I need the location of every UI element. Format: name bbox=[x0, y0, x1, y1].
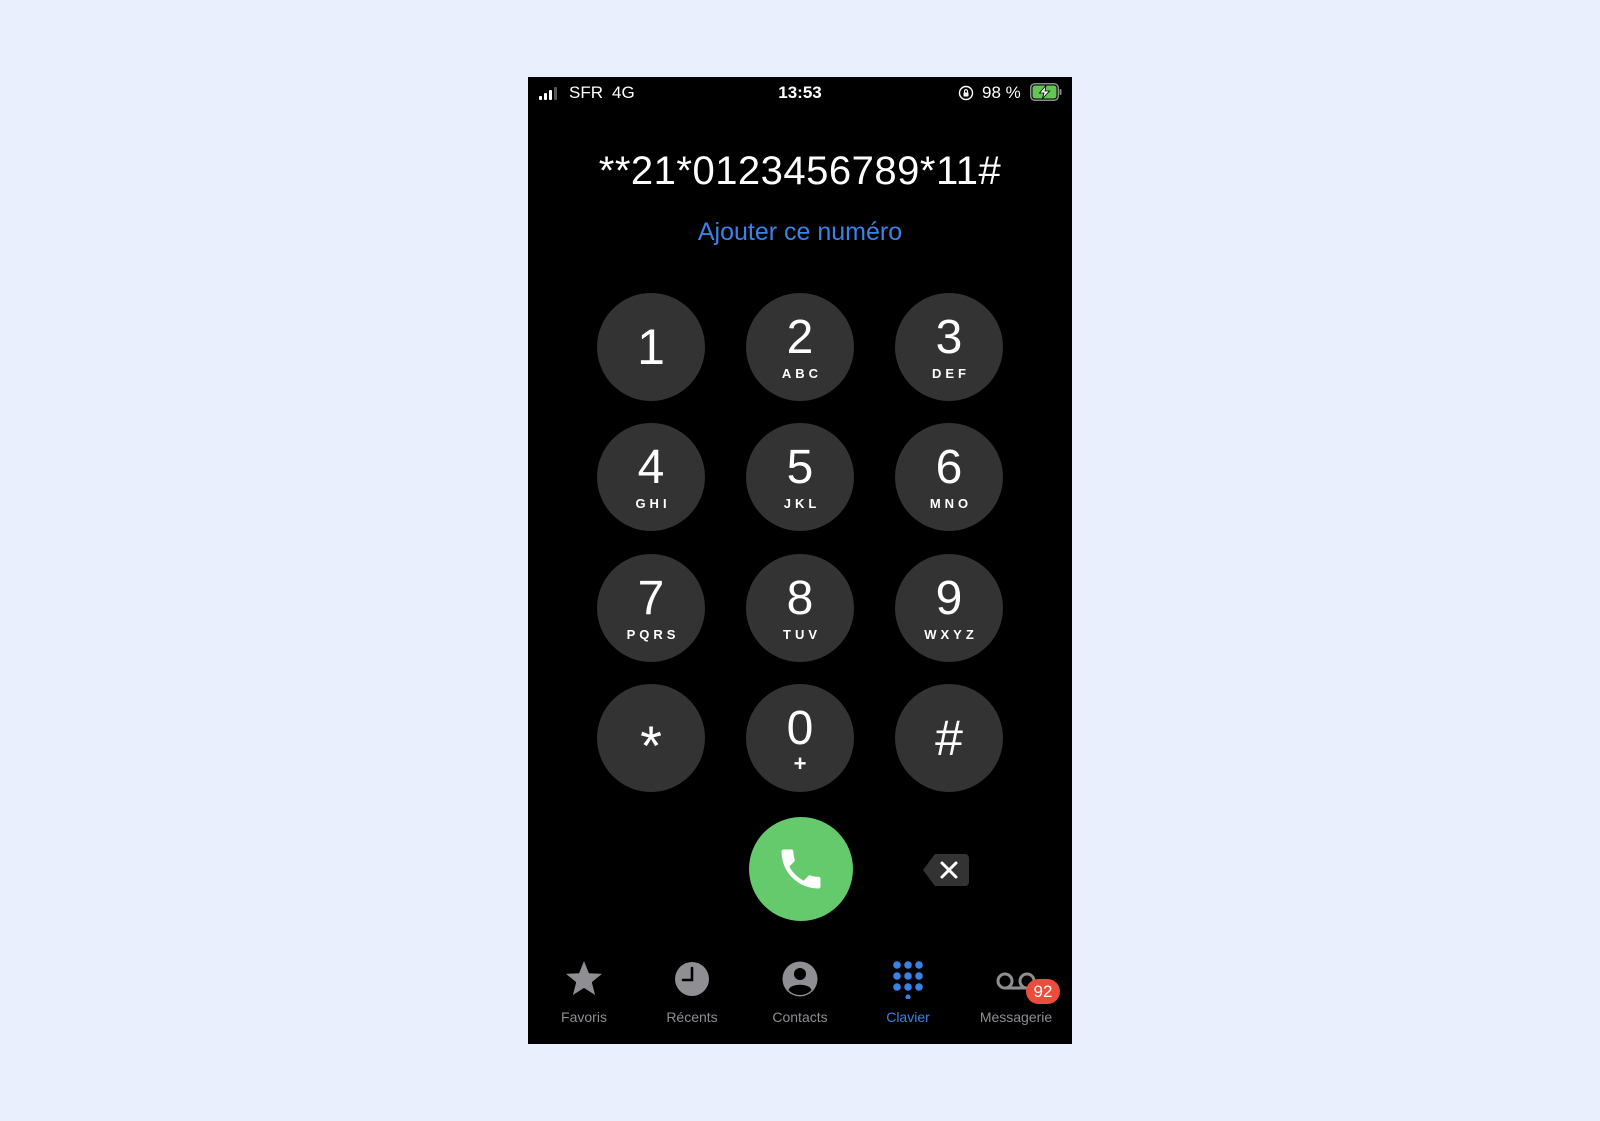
key-2[interactable]: 2 ABC bbox=[746, 293, 854, 401]
key-0[interactable]: 0 + bbox=[746, 684, 854, 792]
key-digit: * bbox=[640, 714, 662, 777]
keypad-icon bbox=[893, 961, 923, 999]
key-letters: WXYZ bbox=[924, 627, 978, 642]
tab-favoris[interactable]: Favoris bbox=[534, 959, 634, 1039]
key-letters: + bbox=[793, 751, 807, 776]
dialed-number: **21*0123456789*11# bbox=[598, 149, 1002, 193]
key-digit: 1 bbox=[637, 319, 665, 375]
key-4[interactable]: 4 GHI bbox=[597, 423, 705, 531]
key-digit: 0 bbox=[786, 702, 814, 755]
contact-icon bbox=[782, 961, 818, 997]
key-7[interactable]: 7 PQRS bbox=[597, 554, 705, 662]
key-digit: # bbox=[935, 710, 963, 766]
key-1[interactable]: 1 bbox=[597, 293, 705, 401]
key-digit: 4 bbox=[637, 441, 665, 494]
battery-charging-icon bbox=[1030, 83, 1062, 101]
phone-icon bbox=[781, 849, 821, 889]
key-digit: 3 bbox=[935, 311, 963, 364]
key-6[interactable]: 6 MNO bbox=[895, 423, 1003, 531]
clock-icon bbox=[675, 962, 709, 996]
key-digit: 6 bbox=[935, 441, 963, 494]
phone-screen: SFR 4G 13:53 98 % **21*0123456789*11# Aj… bbox=[528, 77, 1072, 1044]
key-8[interactable]: 8 TUV bbox=[746, 554, 854, 662]
key-letters: TUV bbox=[783, 627, 821, 642]
key-3[interactable]: 3 DEF bbox=[895, 293, 1003, 401]
backspace-icon[interactable] bbox=[921, 852, 971, 888]
key-letters: GHI bbox=[635, 496, 671, 511]
tab-label: Récents bbox=[666, 1009, 718, 1025]
tab-contacts[interactable]: Contacts bbox=[750, 959, 850, 1039]
add-number-link[interactable]: Ajouter ce numéro bbox=[528, 218, 1072, 247]
orientation-lock-icon bbox=[958, 85, 974, 101]
key-letters: JKL bbox=[783, 496, 821, 511]
key-digit: 8 bbox=[786, 572, 814, 625]
status-bar: SFR 4G 13:53 98 % bbox=[528, 77, 1072, 109]
key-letters: MNO bbox=[929, 496, 973, 511]
tab-label: Contacts bbox=[772, 1009, 828, 1025]
key-digit: 2 bbox=[786, 311, 814, 364]
key-hash[interactable]: # bbox=[895, 684, 1003, 792]
star-icon bbox=[566, 961, 602, 995]
voicemail-badge: 92 bbox=[1026, 979, 1060, 1004]
tab-clavier[interactable]: Clavier bbox=[858, 959, 958, 1039]
key-9[interactable]: 9 WXYZ bbox=[895, 554, 1003, 662]
key-letters: DEF bbox=[932, 366, 970, 381]
key-digit: 7 bbox=[637, 572, 665, 625]
tab-recents[interactable]: Récents bbox=[642, 959, 742, 1039]
key-star[interactable]: * bbox=[597, 684, 705, 792]
tab-label: Messagerie bbox=[979, 1009, 1053, 1025]
call-button[interactable] bbox=[749, 817, 853, 921]
key-letters: ABC bbox=[781, 366, 823, 381]
battery-percent: 98 % bbox=[982, 83, 1021, 102]
key-digit: 9 bbox=[935, 572, 963, 625]
key-5[interactable]: 5 JKL bbox=[746, 423, 854, 531]
key-letters: PQRS bbox=[626, 627, 680, 642]
tab-label: Favoris bbox=[561, 1009, 607, 1025]
tab-label: Clavier bbox=[886, 1009, 930, 1025]
key-digit: 5 bbox=[786, 441, 814, 494]
